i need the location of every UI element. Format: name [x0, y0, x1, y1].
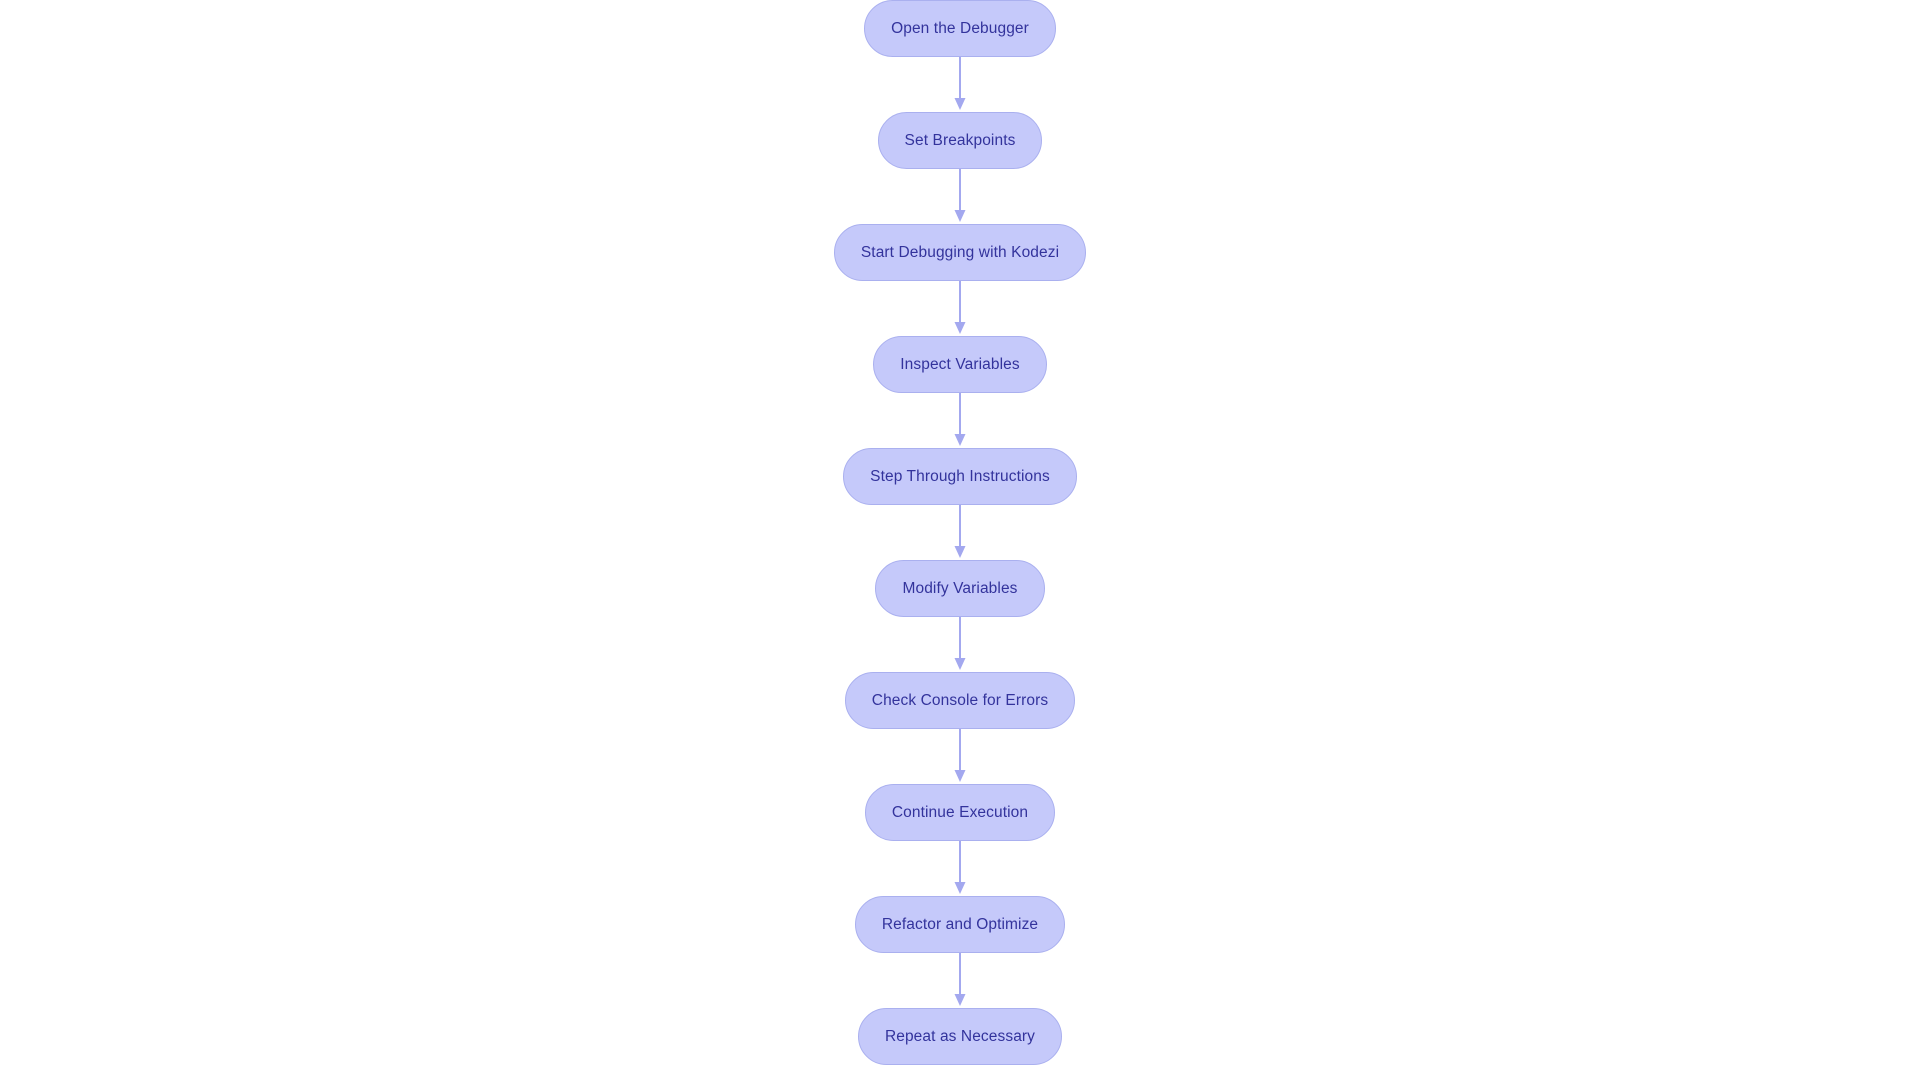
flow-node-continue-execution[interactable]: Continue Execution	[864, 784, 1056, 841]
flow-node-label: Continue Execution	[891, 803, 1029, 821]
flow-node-label: Repeat as Necessary	[884, 1027, 1036, 1045]
flow-node-label: Set Breakpoints	[904, 131, 1016, 149]
flow-node-start-debugging-with-kodezi[interactable]: Start Debugging with Kodezi	[833, 224, 1087, 281]
connector-arrow-8	[954, 841, 966, 894]
connector-arrow-1	[954, 57, 966, 110]
flow-node-repeat-as-necessary[interactable]: Repeat as Necessary	[857, 1008, 1063, 1065]
flow-node-step-through-instructions[interactable]: Step Through Instructions	[843, 448, 1077, 505]
connector-arrow-7	[954, 729, 966, 782]
connector-arrow-6	[954, 617, 966, 670]
flow-node-refactor-and-optimize[interactable]: Refactor and Optimize	[854, 896, 1066, 953]
connector-arrow-2	[954, 169, 966, 222]
flow-node-set-breakpoints[interactable]: Set Breakpoints	[877, 112, 1043, 169]
flow-node-label: Start Debugging with Kodezi	[860, 243, 1060, 261]
flow-node-label: Modify Variables	[902, 579, 1018, 597]
connector-arrow-5	[954, 505, 966, 558]
flow-node-modify-variables[interactable]: Modify Variables	[875, 560, 1045, 617]
connector-arrow-4	[954, 393, 966, 446]
flow-node-check-console-for-errors[interactable]: Check Console for Errors	[844, 672, 1076, 729]
flow-node-label: Step Through Instructions	[870, 467, 1050, 485]
flowchart-node-chain: Open the Debugger Set Breakpoints Start …	[0, 0, 1920, 1083]
flow-node-label: Refactor and Optimize	[881, 915, 1039, 933]
flow-node-label: Open the Debugger	[891, 19, 1029, 37]
connector-arrow-9	[954, 953, 966, 1006]
flowchart-canvas: Open the Debugger Set Breakpoints Start …	[0, 0, 1920, 1083]
flow-node-label: Inspect Variables	[900, 355, 1020, 373]
connector-arrow-3	[954, 281, 966, 334]
flow-node-inspect-variables[interactable]: Inspect Variables	[873, 336, 1047, 393]
flow-node-open-the-debugger[interactable]: Open the Debugger	[864, 0, 1056, 57]
flow-node-label: Check Console for Errors	[871, 691, 1049, 709]
